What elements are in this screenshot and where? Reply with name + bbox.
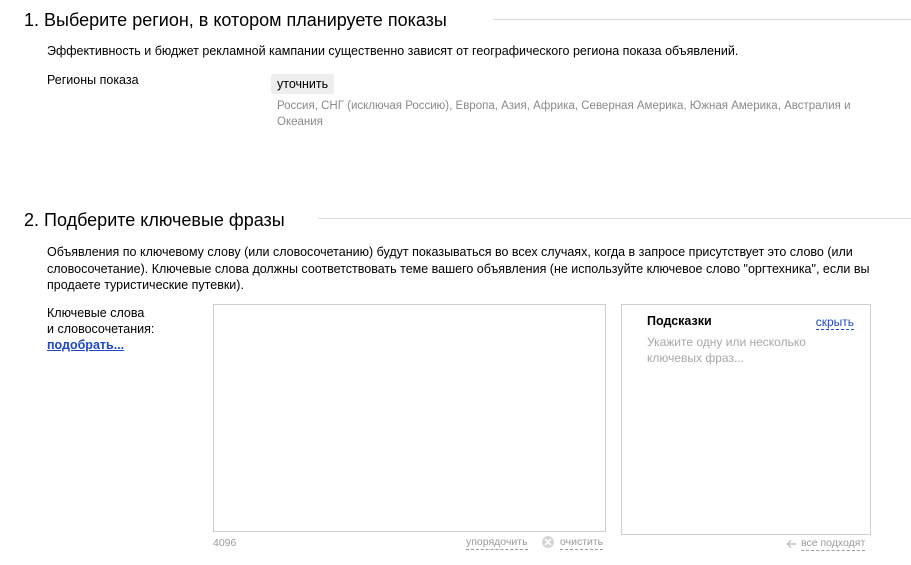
section2-title-rule <box>318 218 911 219</box>
section1-description: Эффективность и бюджет рекламной кампани… <box>47 44 739 58</box>
hints-title: Подсказки <box>647 314 712 328</box>
section2-description: Объявления по ключевому слову (или слово… <box>47 245 870 292</box>
section1-title-rule <box>493 19 911 20</box>
hints-placeholder-text: Укажите одну или несколько ключевых фраз… <box>647 335 806 365</box>
all-fit-link[interactable]: все подходят <box>801 537 866 551</box>
pick-keywords-link[interactable]: подобрать... <box>47 337 154 353</box>
hints-panel: Подсказки скрыть Укажите одну или нескол… <box>621 304 871 535</box>
arrow-left-icon[interactable] <box>786 539 797 549</box>
regions-label: Регионы показа <box>47 73 139 87</box>
keywords-label: Ключевые слова и словосочетания: подобра… <box>47 305 154 353</box>
selected-regions-list: Россия, СНГ (исключая Россию), Европа, А… <box>277 100 851 128</box>
hide-hints-link[interactable]: скрыть <box>815 316 854 330</box>
refine-regions-button[interactable]: уточнить <box>271 74 335 94</box>
clear-keywords-link[interactable]: очистить <box>560 536 604 550</box>
keywords-textarea[interactable] <box>213 304 606 532</box>
keywords-label-line2: и словосочетания: <box>47 322 155 336</box>
sort-keywords-link[interactable]: упорядочить <box>466 536 528 550</box>
circle-x-icon[interactable] <box>542 536 554 548</box>
keywords-label-line1: Ключевые слова <box>47 306 145 320</box>
char-counter: 4096 <box>213 537 237 549</box>
section1-title: 1. Выберите регион, в котором планируете… <box>24 10 447 30</box>
section2-title: 2. Подберите ключевые фразы <box>24 210 285 230</box>
